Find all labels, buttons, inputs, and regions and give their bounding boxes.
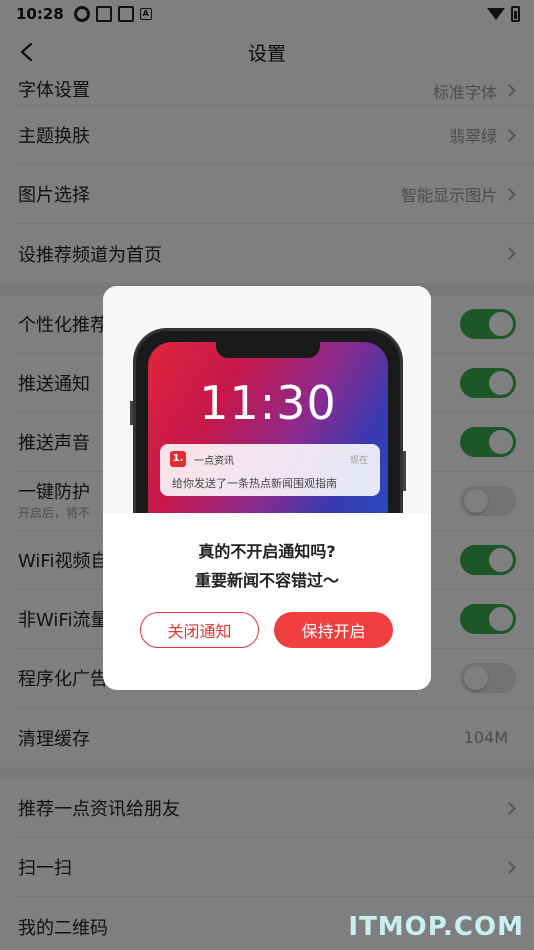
dialog-illustration: 11:30 1. 一点资讯 现在 给你发送了一条热点新闻围观指南: [103, 286, 431, 513]
phone-illustration: 11:30 1. 一点资讯 现在 给你发送了一条热点新闻围观指南: [130, 328, 406, 513]
dialog-title: 真的不开启通知吗?: [198, 542, 336, 561]
phone-screen: 11:30 1. 一点资讯 现在 给你发送了一条热点新闻围观指南: [148, 342, 388, 513]
close-notification-button[interactable]: 关闭通知: [140, 612, 259, 648]
notification-app-name: 一点资讯: [194, 456, 234, 467]
notification-dialog: 11:30 1. 一点资讯 现在 给你发送了一条热点新闻围观指南 真的不开启通知…: [103, 286, 431, 690]
watermark: ITMOP.COM: [348, 912, 524, 942]
app-logo-icon: 1.: [170, 451, 186, 467]
dialog-subtitle: 重要新闻不容错过～: [194, 571, 339, 590]
notification-time: 现在: [349, 456, 368, 466]
lockscreen-time: 11:30: [199, 376, 337, 430]
notification-message: 给你发送了一条热点新闻围观指南: [172, 477, 337, 490]
sample-notification: 1. 一点资讯 现在 给你发送了一条热点新闻围观指南: [160, 444, 380, 496]
keep-enabled-button[interactable]: 保持开启: [274, 612, 393, 648]
